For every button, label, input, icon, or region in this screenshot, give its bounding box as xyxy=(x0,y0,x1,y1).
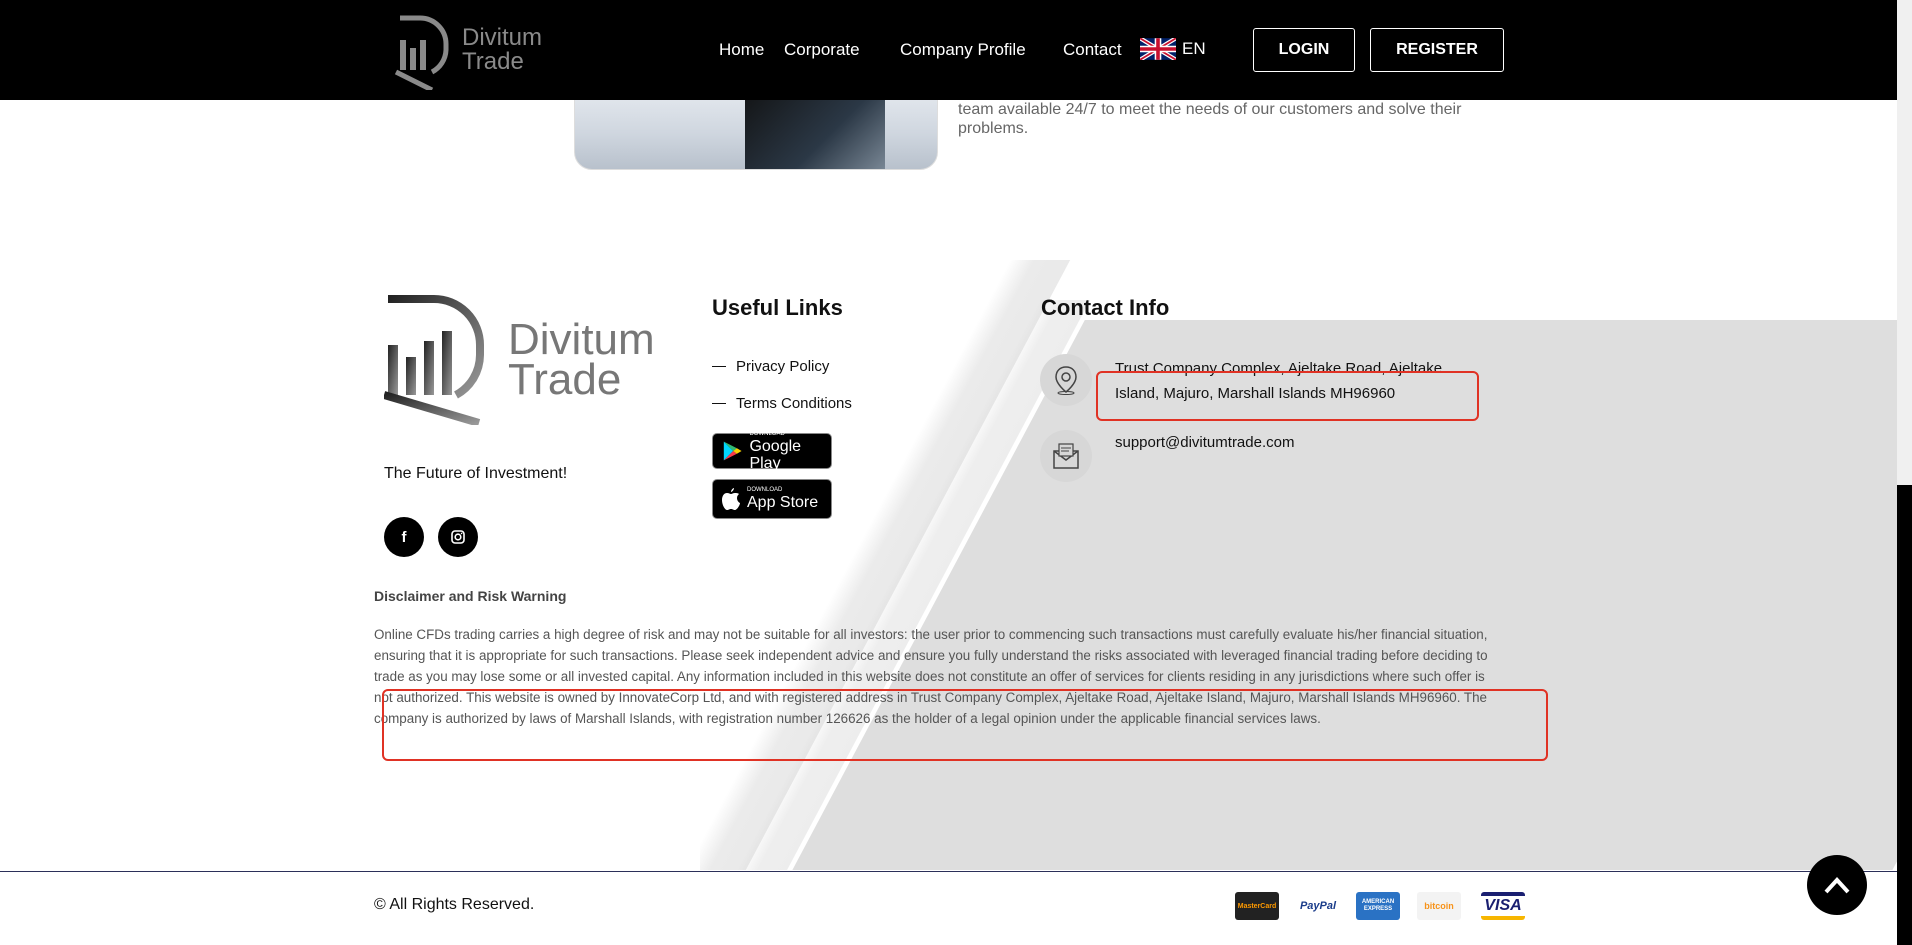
footer-logo-text: Divitum Trade xyxy=(508,315,655,404)
nav-contact[interactable]: Contact xyxy=(1063,40,1122,60)
header-logo-text: Divitum Trade xyxy=(462,24,543,75)
footer-bottom-bar xyxy=(0,872,1897,945)
nav-home[interactable]: Home xyxy=(719,40,764,60)
header-logo[interactable]: Divitum Trade xyxy=(392,10,542,90)
language-selector[interactable]: EN xyxy=(1140,38,1206,60)
login-button[interactable]: LOGIN xyxy=(1253,28,1355,72)
app-store-button[interactable]: DOWNLOAD App Store xyxy=(712,479,832,519)
language-label: EN xyxy=(1182,39,1206,58)
disclaimer-title: Disclaimer and Risk Warning xyxy=(374,588,567,604)
bitcoin-icon: bitcoin xyxy=(1417,892,1461,920)
footer-logo[interactable]: Divitum Trade xyxy=(384,295,655,425)
contact-info-title: Contact Info xyxy=(1041,295,1170,320)
useful-links-title: Useful Links xyxy=(712,295,843,320)
visa-icon: VISA xyxy=(1481,892,1525,920)
register-button[interactable]: REGISTER xyxy=(1370,28,1504,72)
facebook-icon[interactable]: f xyxy=(384,517,424,557)
background-decoration xyxy=(700,260,1898,870)
footer-tagline: The Future of Investment! xyxy=(384,465,568,482)
logo-mark-icon xyxy=(384,295,484,425)
mail-icon xyxy=(1040,430,1092,482)
scrollbar-thumb[interactable] xyxy=(1897,485,1912,945)
highlight-box-address xyxy=(1096,371,1479,421)
hero-paragraph: team available 24/7 to meet the needs of… xyxy=(958,101,1462,137)
location-pin-icon xyxy=(1040,354,1092,406)
logo-mark-icon xyxy=(394,15,449,90)
uk-flag-icon xyxy=(1140,38,1176,60)
apple-icon xyxy=(722,488,740,510)
top-navbar: Divitum Trade Home Corporate Company Pro… xyxy=(0,0,1897,100)
google-play-icon xyxy=(723,441,742,461)
terms-conditions-link[interactable]: Terms Conditions xyxy=(712,395,852,412)
contact-email[interactable]: support@divitumtrade.com xyxy=(1115,430,1475,455)
paypal-icon: PayPal xyxy=(1296,892,1340,920)
mastercard-icon: MasterCard xyxy=(1235,892,1279,920)
copyright-text: © All Rights Reserved. xyxy=(374,896,535,913)
nav-corporate[interactable]: Corporate xyxy=(784,40,860,60)
privacy-policy-link[interactable]: Privacy Policy xyxy=(712,358,829,375)
nav-company-profile[interactable]: Company Profile xyxy=(900,40,1026,60)
highlight-box-disclaimer xyxy=(382,689,1548,761)
chevron-up-icon xyxy=(1824,877,1850,894)
google-play-button[interactable]: DOWNLOAD Google Play xyxy=(712,431,832,472)
instagram-icon[interactable] xyxy=(438,517,478,557)
scroll-to-top-button[interactable] xyxy=(1807,855,1867,915)
american-express-icon: AMERICAN EXPRESS xyxy=(1356,892,1400,920)
